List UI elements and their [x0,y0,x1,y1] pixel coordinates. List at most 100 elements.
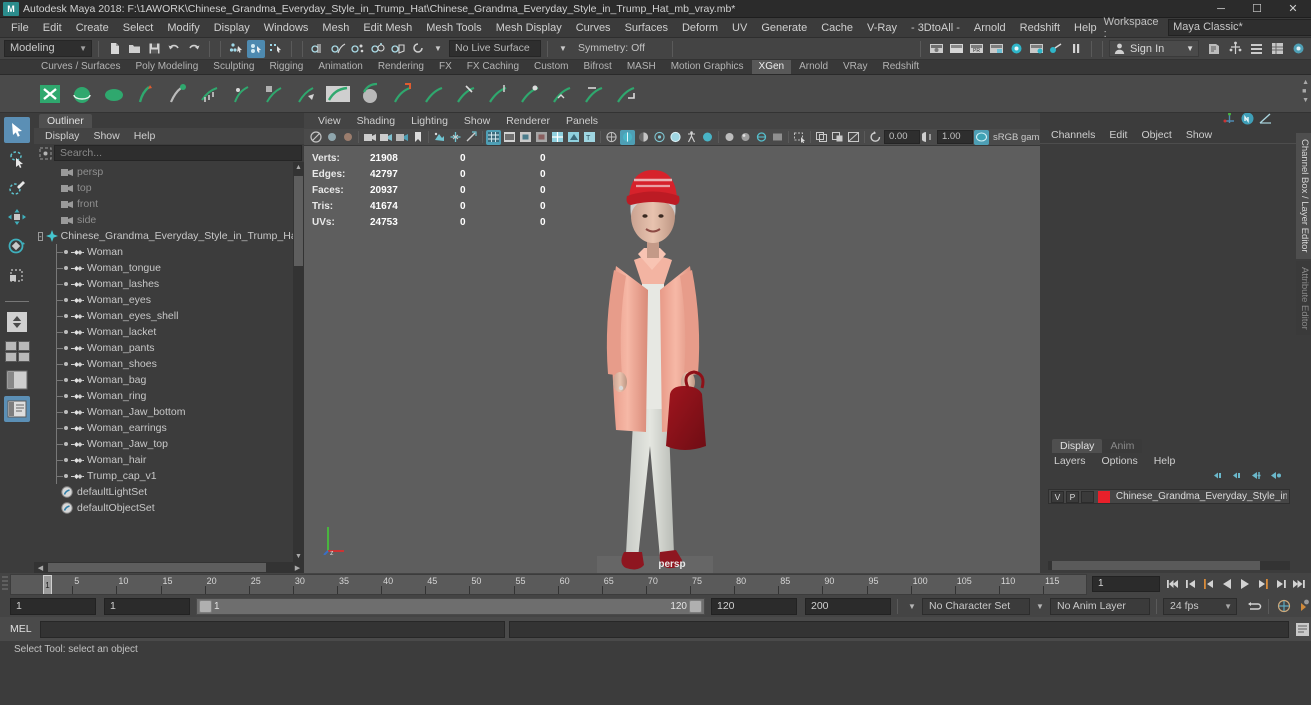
layer-color-swatch[interactable] [1097,490,1110,503]
refresh-icon[interactable] [868,130,883,145]
scale-tool-icon[interactable] [4,262,30,288]
outliner-item[interactable]: persp [38,164,304,180]
outliner-menu-help[interactable]: Help [127,127,163,145]
channelbox-menu-show[interactable]: Show [1179,126,1219,144]
menu-3dtoall[interactable]: - 3DtoAll - [904,19,967,37]
select-tool-icon[interactable] [4,117,30,143]
animation-start-time-field[interactable]: 1 [10,597,96,615]
layer-menu-layers[interactable]: Layers [1046,452,1094,470]
step-back-keyframe-icon[interactable] [1182,576,1199,593]
menu-edit[interactable]: Edit [36,19,69,37]
go-to-end-icon[interactable] [1290,576,1307,593]
outliner-item[interactable]: Woman [38,244,304,260]
show-hide-render-view-icon[interactable] [927,40,945,58]
shelf-tab-mash[interactable]: MASH [619,60,663,74]
open-node-editor-icon[interactable] [1226,40,1244,58]
menu-mesh-tools[interactable]: Mesh Tools [419,19,488,37]
viewport-menu-show[interactable]: Show [456,112,498,130]
outliner-item[interactable]: Woman_eyes_shell [38,308,304,324]
xgen-groom-comb-icon[interactable] [420,79,448,109]
outliner-menu-show[interactable]: Show [86,127,126,145]
shelf-tab-custom[interactable]: Custom [527,60,576,74]
outliner-item[interactable]: Woman_bag [38,372,304,388]
shelf-tab-curves-surfaces[interactable]: Curves / Surfaces [34,60,128,74]
shelf-tab-rendering[interactable]: Rendering [370,60,431,74]
outliner-item[interactable]: Woman_shoes [38,356,304,372]
outliner-item[interactable]: front [38,196,304,212]
anim-layer-dropdown[interactable]: No Anim Layer [1050,597,1150,615]
layer-horizontal-scrollbar[interactable] [1048,561,1290,570]
menu-help[interactable]: Help [1067,19,1104,37]
snap-to-point-icon[interactable] [349,40,367,58]
channelbox-menu-object[interactable]: Object [1134,126,1178,144]
viewport-fit-icon[interactable] [846,130,861,145]
menu-mesh-display[interactable]: Mesh Display [489,19,569,37]
xray-icon[interactable] [636,130,651,145]
near-clip-field[interactable]: 0.00 [884,130,920,144]
menu-select[interactable]: Select [116,19,161,37]
select-camera-icon[interactable] [308,130,323,145]
backface-culling-icon[interactable] [770,130,785,145]
outliner-item[interactable]: top [38,180,304,196]
playback-start-time-field[interactable]: 1 [104,597,190,615]
camera-icon[interactable] [362,130,377,145]
attribute-editor-toggle-icon[interactable] [1241,112,1254,128]
shelf-tab-fx-caching[interactable]: FX Caching [459,60,527,74]
xgen-groom-clump-icon[interactable] [516,79,544,109]
outliner-item[interactable]: Woman_tongue [38,260,304,276]
collapse-icon[interactable]: - [38,231,43,241]
layer-tab-display[interactable]: Display [1052,439,1103,453]
use-all-lights-icon[interactable] [550,130,565,145]
playback-end-time-field[interactable]: 120 [711,597,797,615]
layer-move-down-icon[interactable] [1231,470,1244,484]
shelf-tab-animation[interactable]: Animation [311,60,370,74]
display-lights-icon[interactable] [722,130,737,145]
film-gate-icon[interactable] [464,130,479,145]
layout-four-view-icon[interactable] [4,338,30,364]
display-layer-list[interactable]: V P Chinese_Grandma_Everyday_Style_in_Tr [1040,485,1296,559]
snap-to-curve-icon[interactable] [329,40,347,58]
layer-state-toggle[interactable] [1080,490,1094,503]
range-start-handle[interactable] [199,599,212,613]
open-channel-box-icon[interactable] [1268,40,1286,58]
shaded-textured-icon[interactable] [534,130,549,145]
xgen-groom-convert-icon[interactable] [612,79,640,109]
outliner-item[interactable]: Woman_lacket [38,324,304,340]
viewport-lock-icon[interactable] [830,130,845,145]
menu-redshift[interactable]: Redshift [1013,19,1067,37]
vertical-tab-channel-box-layer-editor[interactable]: Channel Box / Layer Editor [1296,133,1311,259]
shadows-icon[interactable] [566,130,581,145]
viewport-copy-icon[interactable] [814,130,829,145]
layer-playback-toggle[interactable]: P [1065,490,1079,503]
layer-move-up-icon[interactable] [1212,470,1225,484]
default-material-icon[interactable] [738,130,753,145]
viewport-menu-lighting[interactable]: Lighting [403,112,456,130]
xgen-blob-icon[interactable] [100,79,128,109]
menu-generate[interactable]: Generate [754,19,814,37]
xgen-groom-part-icon[interactable] [580,79,608,109]
save-scene-icon[interactable] [145,40,163,58]
ipr-render-icon[interactable]: PR [967,40,985,58]
menu-display[interactable]: Display [207,19,257,37]
select-by-object-type-icon[interactable] [247,39,265,58]
shelf-scroll-controls[interactable]: ▲ ■ ▼ [1302,79,1309,104]
menu-arnold[interactable]: Arnold [967,19,1013,37]
xgen-comb-icon[interactable] [196,79,224,109]
paint-select-tool-icon[interactable] [4,175,30,201]
layer-tab-anim[interactable]: Anim [1102,439,1143,453]
shelf-tab-xgen[interactable]: XGen [751,60,792,74]
play-backwards-icon[interactable] [1218,576,1235,593]
shelf-tab-poly-modeling[interactable]: Poly Modeling [128,60,206,74]
layer-menu-options[interactable]: Options [1094,452,1146,470]
xray-joints-icon[interactable] [652,130,667,145]
show-manipulator-icon[interactable] [1223,112,1236,128]
menu-curves[interactable]: Curves [569,19,618,37]
shelf-tab-rigging[interactable]: Rigging [262,60,311,74]
time-slider[interactable]: 1 5 10 15 20 25 30 35 40 45 50 55 60 65 70 75 80 85 90 95 1… [10,573,1087,595]
grid-toggle-icon[interactable] [448,130,463,145]
layout-persp-outliner-icon[interactable] [4,396,30,422]
xgen-mask-icon[interactable] [260,79,288,109]
new-scene-icon[interactable] [105,40,123,58]
loop-icon[interactable] [1245,598,1262,615]
exposure-icon[interactable] [668,130,683,145]
